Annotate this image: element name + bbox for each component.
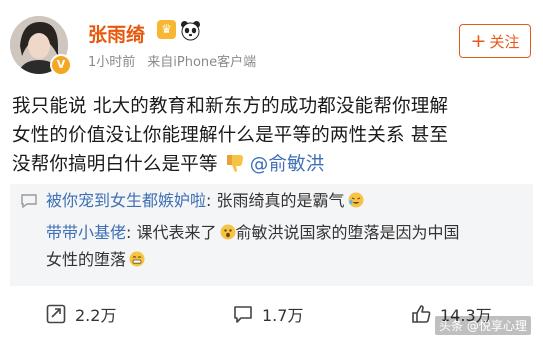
content-line-last: 没帮你搞明白什么是平等 @俞敏洪 <box>12 150 534 179</box>
post-meta: 1小时前 来自iPhone客户端 <box>88 51 256 70</box>
plus-icon: + <box>470 29 487 52</box>
comment-text: : 张雨绮真的是霸气 <box>206 191 345 210</box>
watermark: 头条 @悦享心理 <box>435 316 531 335</box>
follow-button[interactable]: + 关注 <box>459 24 531 58</box>
comment-text: 俞敏洪说国家的堕落是因为中国 <box>235 223 460 242</box>
repost-button[interactable]: 2.2万 <box>45 302 116 326</box>
comment-icon <box>234 306 252 323</box>
follow-label: 关注 <box>489 32 520 51</box>
content-text: 没帮你搞明白什么是平等 <box>12 154 218 175</box>
comment-item[interactable]: 带带小基佬: 课代表来了 俞敏洪说国家的堕落是因为中国女性的堕落 <box>46 219 516 273</box>
grinning-emoji-icon <box>129 251 145 267</box>
comment-button[interactable]: 1.7万 <box>232 302 303 326</box>
shocked-emoji-icon <box>220 224 235 240</box>
crown-badge-icon: ♛ <box>157 20 176 39</box>
post-content: 我只能说 北大的教育和新东方的成功都没能帮你理解 女性的价值没让你能理解什么是平… <box>12 92 534 179</box>
post-time: 1小时前 <box>88 55 136 70</box>
comment-text: 女性的堕落 <box>46 250 127 269</box>
comment-bubble-icon <box>21 194 37 209</box>
author-name[interactable]: 张雨绮 <box>88 20 145 47</box>
thumbs-down-emoji-icon <box>226 155 243 172</box>
comment-user[interactable]: 带带小基佬 <box>46 223 126 242</box>
content-line: 我只能说 北大的教育和新东方的成功都没能帮你理解 <box>12 96 449 117</box>
panda-emoji-icon <box>181 21 200 41</box>
comment-user[interactable]: 被你宠到女生都嫉妒啦 <box>46 191 206 210</box>
repost-count: 2.2万 <box>75 306 117 325</box>
repost-icon <box>46 304 66 324</box>
author-badges: ♛ <box>157 20 201 41</box>
comment-text: : 课代表来了 <box>126 223 217 242</box>
comment-item[interactable]: 被你宠到女生都嫉妒啦: 张雨绮真的是霸气 <box>46 187 516 214</box>
post-source[interactable]: 来自iPhone客户端 <box>147 51 256 70</box>
post-header: V 张雨绮 ♛ 1小时前 来自iPhone客户端 + 关注 <box>0 0 543 84</box>
crying-laughing-emoji-icon <box>348 192 363 208</box>
content-line: 女性的价值没让你能理解什么是平等的两性关系 甚至 <box>12 125 449 146</box>
verified-badge-icon: V <box>50 54 72 76</box>
comment-preview-box[interactable]: 被你宠到女生都嫉妒啦: 张雨绮真的是霸气 带带小基佬: 课代表来了 俞敏洪说国家… <box>10 184 533 286</box>
comment-count: 1.7万 <box>262 306 304 325</box>
mention-link[interactable]: @俞敏洪 <box>250 154 325 175</box>
thumbs-up-icon <box>412 305 431 323</box>
